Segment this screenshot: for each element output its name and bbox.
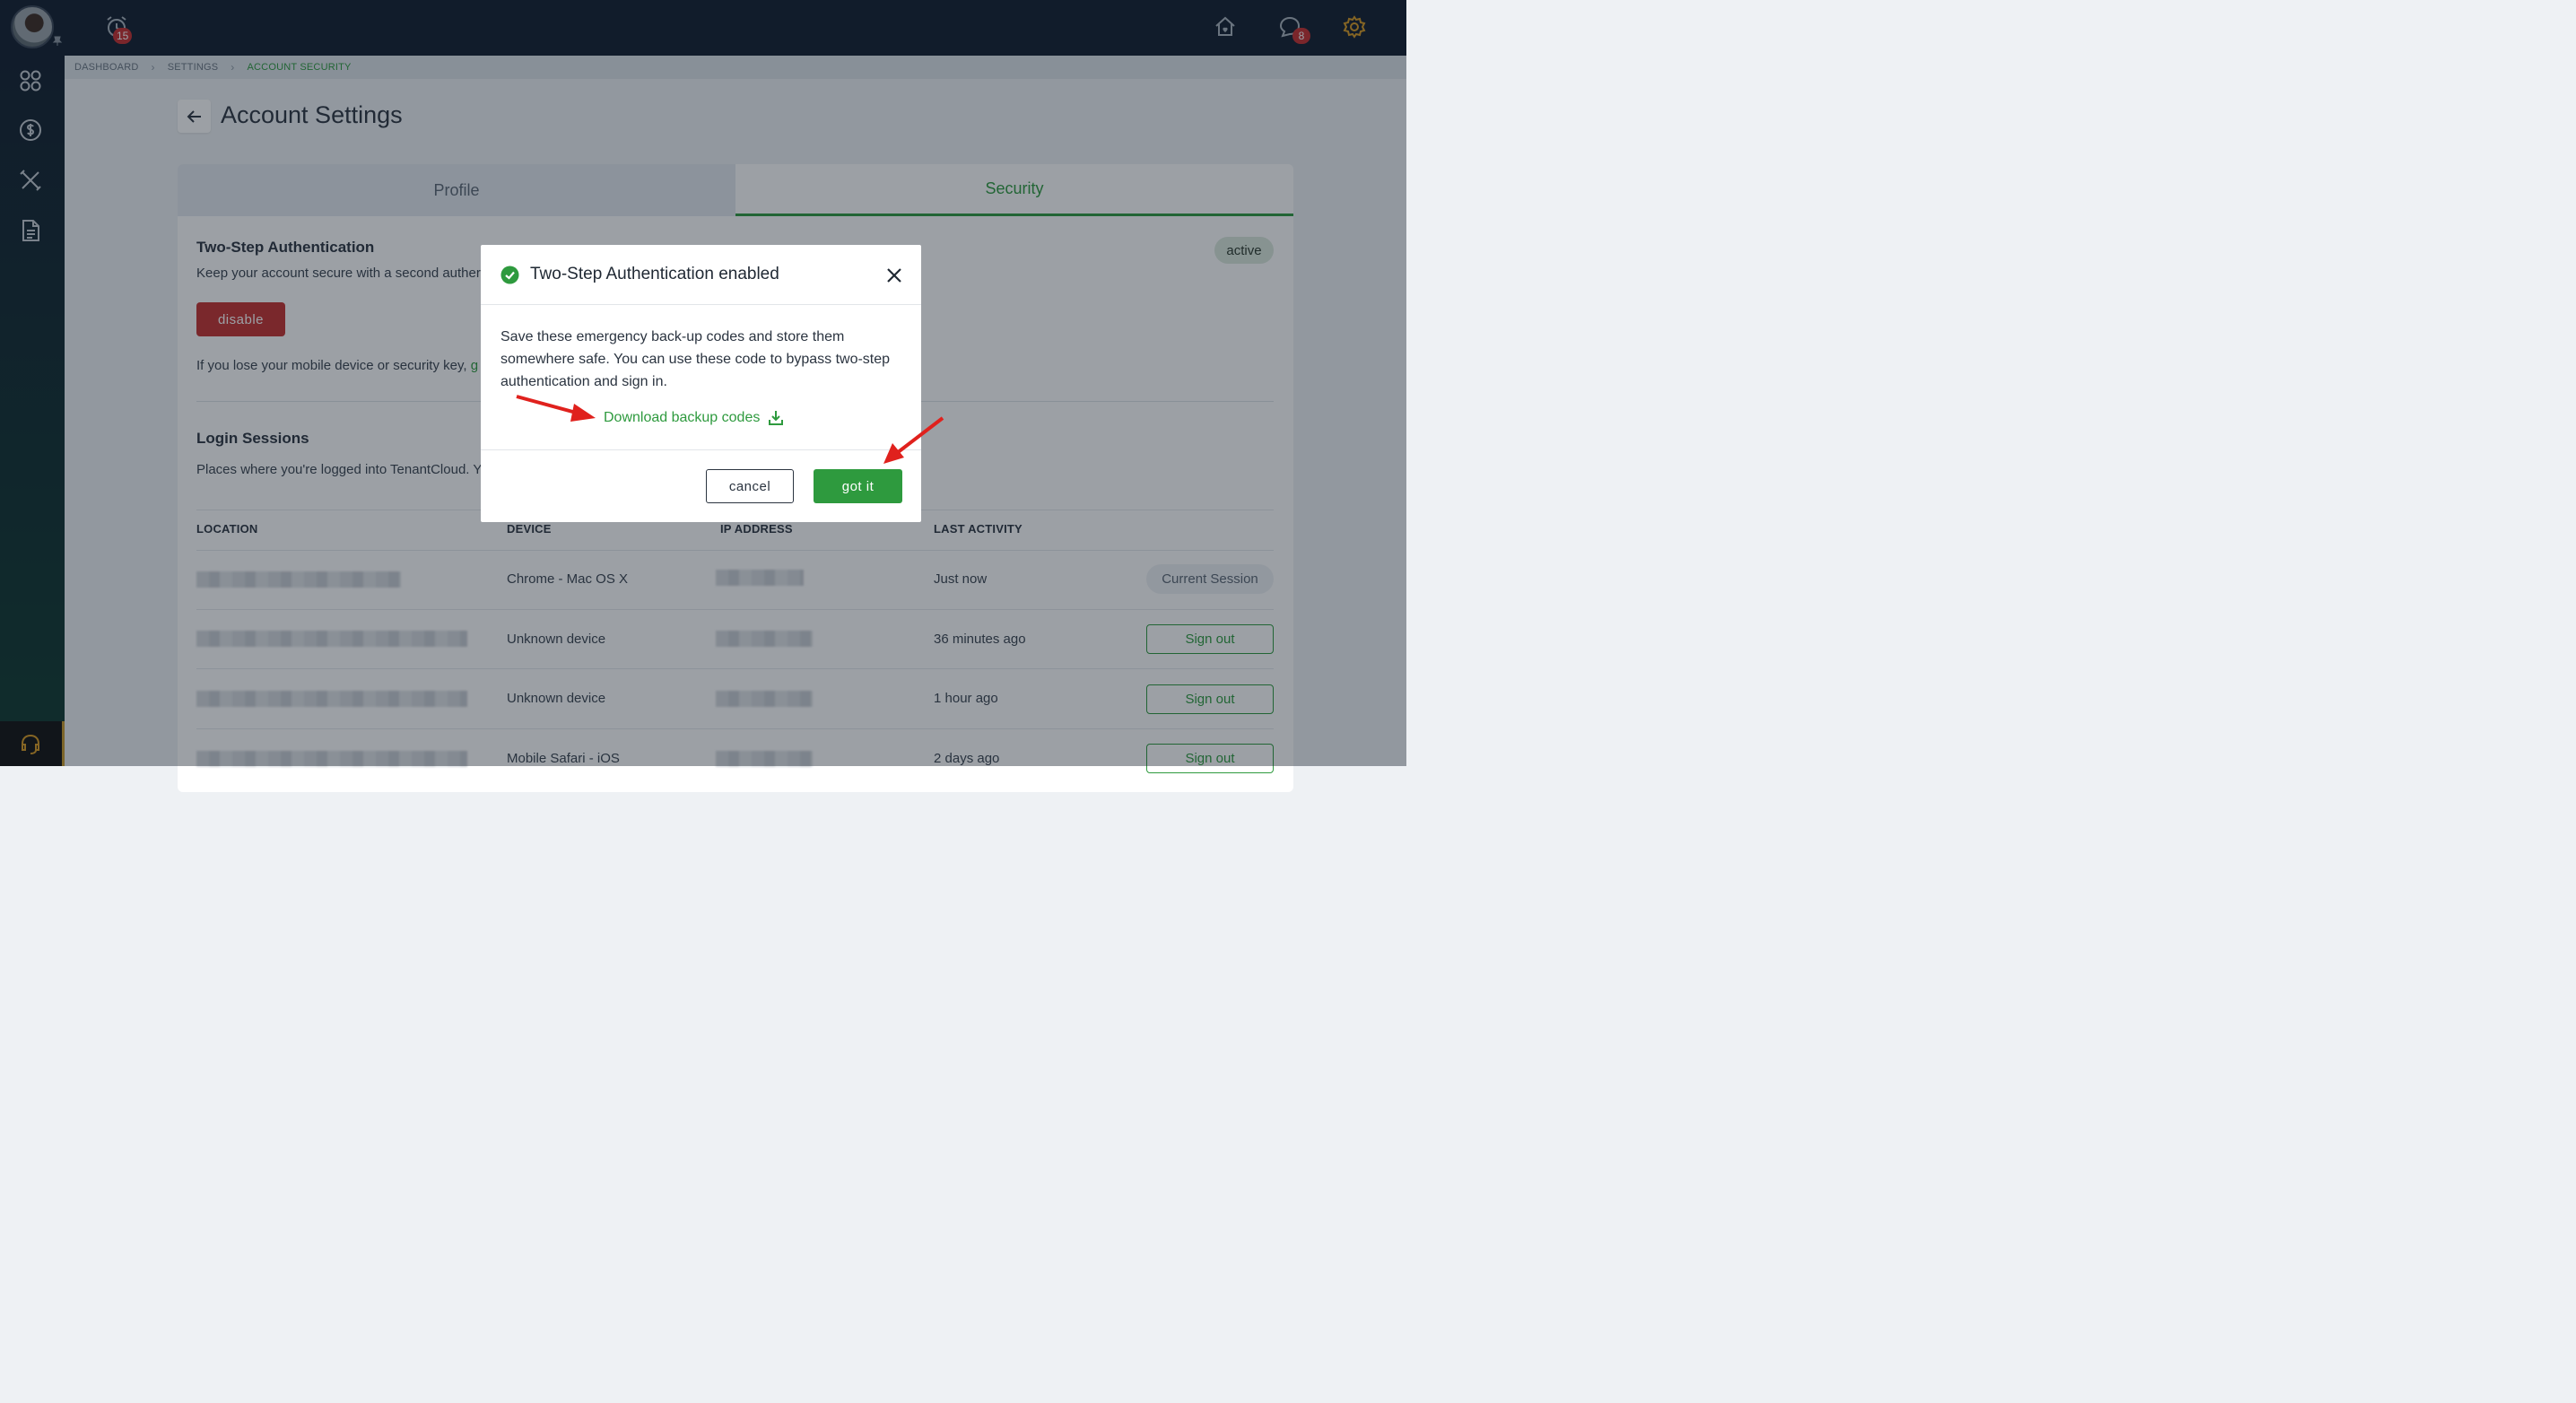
download-icon <box>769 411 784 425</box>
dialog-footer-divider <box>481 449 921 450</box>
download-backup-codes-label: Download backup codes <box>604 410 761 425</box>
dialog-title: Two-Step Authentication enabled <box>530 265 779 283</box>
dialog-body-text: Save these emergency back-up codes and s… <box>500 329 891 389</box>
two-step-enabled-dialog: Two-Step Authentication enabled Save the… <box>481 245 921 522</box>
cancel-button[interactable]: cancel <box>706 469 794 503</box>
dialog-header: Two-Step Authentication enabled <box>481 245 921 305</box>
got-it-button[interactable]: got it <box>814 469 902 503</box>
close-icon[interactable] <box>886 267 902 283</box>
download-backup-codes-link[interactable]: Download backup codes <box>604 409 785 427</box>
check-circle-icon <box>500 266 519 284</box>
